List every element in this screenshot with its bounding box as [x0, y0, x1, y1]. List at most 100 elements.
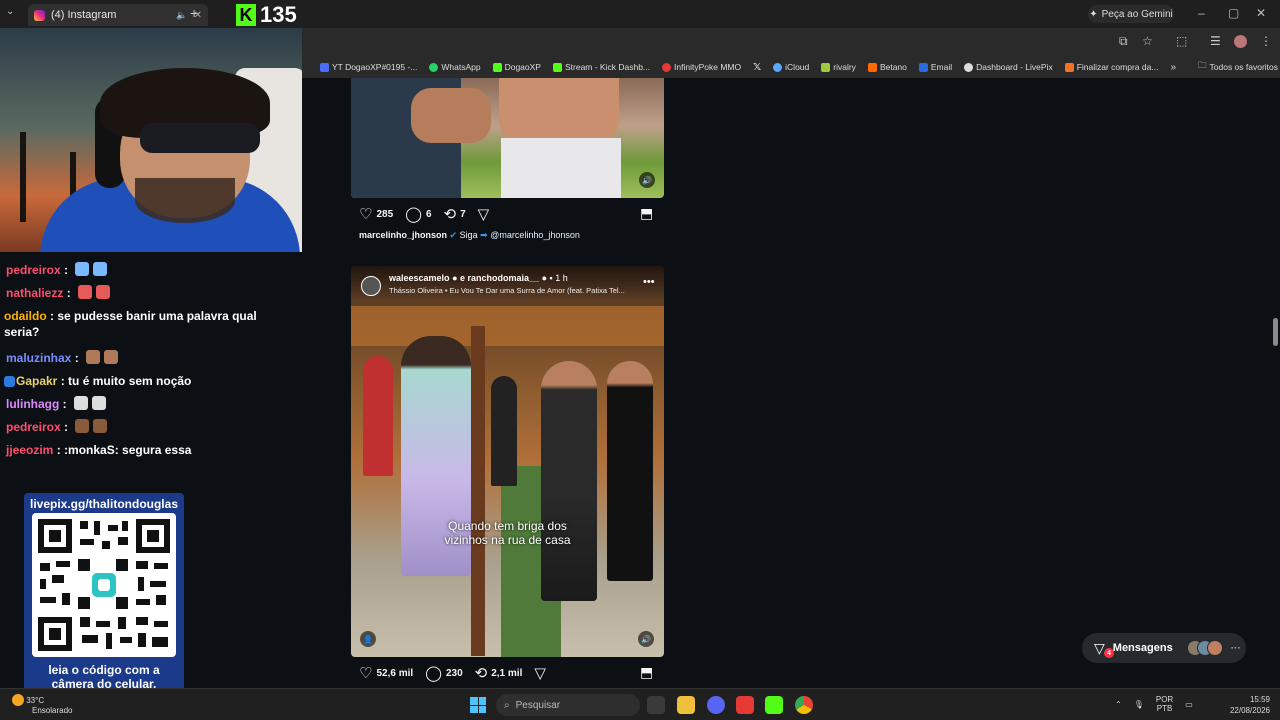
butterfly-emote-icon: [75, 262, 90, 276]
share-icon[interactable]: ▽: [534, 664, 546, 682]
windows-taskbar: 33°C Ensolarado ⌕ Pesquisar ⌃ 🎙 POR PTB ▭…: [0, 688, 1280, 720]
sparkle-icon: ✦: [1089, 8, 1098, 20]
bookmark-item[interactable]: Stream - Kick Dashb...: [552, 62, 650, 72]
instagram-icon: [34, 9, 45, 21]
emote-icon: [93, 419, 108, 433]
all-bookmarks-folder[interactable]: 🗀 Todos os favoritos: [1198, 60, 1278, 74]
weather-widget[interactable]: 33°C Ensolarado: [12, 694, 72, 716]
bookmark-item[interactable]: YT DogaoXP#0195 -...: [320, 62, 417, 72]
reel-audio[interactable]: Thássio Oliveira • Eu Vou Te Dar uma Sur…: [389, 286, 639, 295]
repost-icon[interactable]: ⟲: [444, 205, 457, 223]
bookmarks-overflow-icon[interactable]: »: [1170, 62, 1176, 73]
address-bar-area: [302, 28, 1280, 56]
discord-icon[interactable]: [707, 696, 725, 714]
author-username[interactable]: waleescamelo: [389, 273, 450, 283]
bookmark-star-icon[interactable]: ☆: [1142, 34, 1153, 48]
chat-message: maluzinhax :: [6, 350, 119, 366]
minimize-icon[interactable]: –: [1198, 6, 1205, 20]
bookmark-item[interactable]: Finalizar compra da...: [1064, 62, 1158, 72]
close-window-icon[interactable]: ✕: [1256, 6, 1266, 20]
user-tag-icon[interactable]: 👤: [360, 631, 376, 647]
bookmark-item[interactable]: DogaoXP: [492, 62, 541, 72]
network-icon[interactable]: ▭: [1185, 700, 1193, 709]
file-explorer-icon[interactable]: [677, 696, 695, 714]
task-view-icon[interactable]: [647, 696, 665, 714]
reel-post[interactable]: waleescamelo ● e ranchodomaia__ ● • 1 h …: [351, 266, 664, 657]
repost-icon[interactable]: ⟲: [475, 664, 488, 682]
volume-icon[interactable]: 🔊: [639, 172, 655, 188]
like-icon[interactable]: ♡: [359, 205, 372, 223]
comment-icon[interactable]: ◯: [405, 205, 422, 223]
more-options-icon[interactable]: •••: [643, 276, 655, 288]
chat-username[interactable]: pedreirox: [6, 420, 61, 434]
kick-app-icon[interactable]: [765, 696, 783, 714]
unread-badge: 4: [1104, 648, 1114, 658]
post-actions: ♡ 285 ◯ 6 ⟲ 7 ▽: [359, 205, 490, 223]
verified-icon: ✔: [449, 230, 458, 240]
browser-menu-icon[interactable]: ⋮: [1260, 34, 1272, 48]
whatsapp-icon: [429, 62, 439, 72]
messages-button[interactable]: ▽ 4 Mensagens ···: [1082, 633, 1246, 663]
chat-text: :monkaS: segura essa: [64, 443, 192, 457]
share-icon[interactable]: ▽: [478, 205, 490, 223]
chat-username[interactable]: lulinhagg: [6, 397, 59, 411]
chat-message: lulinhagg :: [6, 396, 106, 412]
emote-icon: [75, 419, 90, 433]
bookmark-item[interactable]: 𝕏: [753, 62, 761, 73]
chat-username[interactable]: odaildo: [4, 309, 47, 323]
save-icon[interactable]: ⬒: [640, 664, 653, 681]
palm-tree-silhouette: [20, 132, 26, 222]
chat-username[interactable]: maluzinhax: [6, 351, 71, 365]
tab-instagram[interactable]: (4) Instagram 🔈 ✕: [28, 4, 208, 26]
coauthor-username[interactable]: ranchodomaia__: [468, 273, 540, 283]
extensions-icon[interactable]: ⬚: [1176, 34, 1187, 48]
profile-avatar[interactable]: [1234, 35, 1247, 48]
tab-list-icon[interactable]: ⌄: [6, 6, 14, 17]
reading-list-icon[interactable]: ☰: [1210, 34, 1221, 48]
kick-icon: [492, 62, 502, 72]
microphone-icon[interactable]: 🎙: [1134, 700, 1144, 709]
chat-message: jjeeozim : :monkaS: segura essa: [6, 443, 192, 457]
caption-username[interactable]: marcelinho_jhonson: [359, 230, 447, 240]
scrollbar-thumb[interactable]: [1273, 318, 1278, 346]
language-indicator[interactable]: POR PTB: [1156, 695, 1173, 713]
taskbar-search[interactable]: ⌕ Pesquisar: [496, 694, 640, 716]
app-icon[interactable]: [736, 696, 754, 714]
user-avatar[interactable]: [361, 276, 381, 296]
tab-audio-icon[interactable]: 🔈: [176, 10, 187, 21]
volume-icon[interactable]: 🔊: [638, 631, 654, 647]
chrome-icon[interactable]: [795, 696, 813, 714]
comment-icon[interactable]: ◯: [425, 664, 442, 682]
betano-icon: [867, 62, 877, 72]
post-media[interactable]: 🔊: [351, 78, 664, 198]
chat-username[interactable]: pedreirox: [6, 263, 61, 277]
mention-link[interactable]: @marcelinho_jhonson: [490, 230, 580, 240]
follow-link[interactable]: Siga: [460, 230, 478, 240]
cast-icon[interactable]: ⧉: [1119, 34, 1128, 49]
chat-message: pedreirox :: [6, 262, 108, 278]
bookmark-item[interactable]: InfinityPoke MMO: [662, 62, 741, 72]
chat-username[interactable]: nathaliezz: [6, 286, 63, 300]
like-icon[interactable]: ♡: [359, 664, 372, 682]
bookmark-item[interactable]: Dashboard - LivePix: [964, 62, 1053, 72]
scrollbar[interactable]: [1271, 78, 1280, 688]
sunglasses: [140, 123, 260, 153]
tray-overflow-icon[interactable]: ⌃: [1115, 700, 1122, 709]
streamer-beard: [135, 178, 235, 223]
maximize-icon[interactable]: ▢: [1228, 6, 1239, 20]
chat-username[interactable]: Gapakr: [16, 374, 57, 388]
save-icon[interactable]: ⬒: [640, 205, 653, 222]
face-emote-icon: [86, 350, 101, 364]
bookmark-item[interactable]: rivalry: [821, 62, 856, 72]
windows-start-icon[interactable]: [470, 697, 486, 713]
bookmark-item[interactable]: Email: [918, 62, 952, 72]
chat-username[interactable]: jjeeozim: [6, 443, 53, 457]
taskbar-clock[interactable]: 15:59 22/08/2026: [1222, 694, 1270, 716]
bookmark-item[interactable]: WhatsApp: [429, 62, 481, 72]
gemini-button[interactable]: ✦ Peça ao Gemini: [1088, 5, 1174, 23]
new-tab-icon[interactable]: +: [190, 5, 198, 21]
bookmark-item[interactable]: Betano: [867, 62, 907, 72]
livepix-qr-card: livepix.gg/thalitondouglas leia o código…: [24, 493, 184, 695]
post-time: 1 h: [555, 273, 568, 283]
bookmark-item[interactable]: iCloud: [773, 62, 809, 72]
